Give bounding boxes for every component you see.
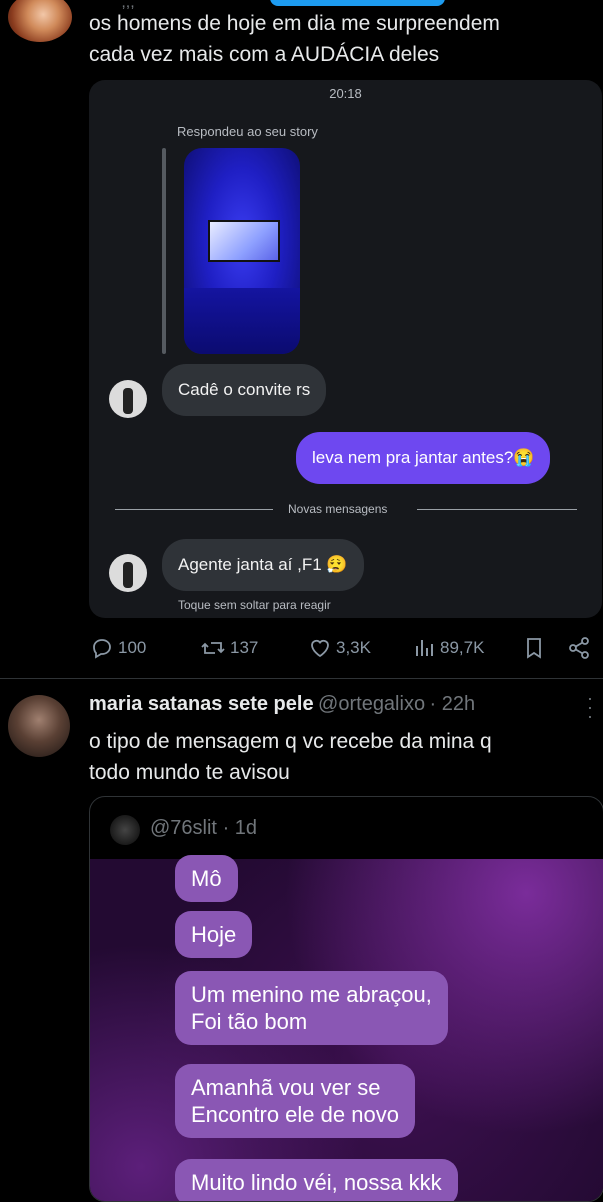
outgoing-message: leva nem pra jantar antes?😭 <box>296 432 551 484</box>
tweet-separator <box>0 678 603 679</box>
top-blue-pill <box>270 0 445 6</box>
like-count: 3,3K <box>336 638 371 657</box>
divider-right <box>417 509 577 510</box>
share-icon <box>569 637 589 659</box>
quoted-avatar <box>110 815 140 845</box>
quoted-message-1: Mô <box>175 855 238 902</box>
quoted-username: @76slit <box>150 817 217 839</box>
bed-shadow <box>184 288 300 354</box>
story-thumbnail[interactable] <box>184 148 300 354</box>
more-icon[interactable]: · · · <box>582 689 598 725</box>
divider-left <box>115 509 273 510</box>
quoted-image[interactable]: Mô Hoje Um menino me abraçou, Foi tão bo… <box>90 855 603 1201</box>
quoted-tweet[interactable]: @76slit · 1d Mô Hoje Um menino me abraço… <box>89 796 603 1202</box>
views-count: 89,7K <box>440 638 485 657</box>
quoted-message-4-line-1: Amanhã vou ver se <box>191 1075 381 1100</box>
reply-count: 100 <box>118 638 147 657</box>
author-avatar-2[interactable] <box>8 695 70 757</box>
quoted-header: @76slit · 1d <box>150 817 257 840</box>
tweet-text-line-2: cada vez mais com a AUDÁCIA deles <box>89 43 440 66</box>
bookmark-button[interactable] <box>523 636 545 660</box>
replied-to-story-label: Respondeu ao seu story <box>177 124 318 139</box>
repost-icon <box>201 642 225 654</box>
quoted-message-3-line-1: Um menino me abraçou, <box>191 982 432 1007</box>
tweet-time[interactable]: · 22h <box>430 693 476 715</box>
tweet2-text-line-2: todo mundo te avisou <box>89 761 290 784</box>
quoted-time: · 1d <box>222 817 258 839</box>
like-icon <box>311 639 329 658</box>
sender-avatar-2 <box>109 554 147 592</box>
share-button[interactable] <box>567 636 591 660</box>
incoming-message: Cadê o convite rs <box>162 364 327 416</box>
reply-icon <box>93 639 111 659</box>
dm-timestamp: 20:18 <box>329 86 362 101</box>
quoted-message-4-line-2: Encontro ele de novo <box>191 1102 399 1127</box>
quoted-message-2: Hoje <box>175 911 253 958</box>
new-messages-label: Novas mensagens <box>288 502 388 516</box>
quoted-message-3-line-2: Foi tão bom <box>191 1009 308 1034</box>
username[interactable]: @ortegalixo <box>318 693 425 715</box>
quoted-message-5: Muito lindo véi, nossa kkk <box>175 1159 458 1201</box>
quoted-message-4: Amanhã vou ver se Encontro ele de novo <box>175 1064 415 1138</box>
repost-count: 137 <box>230 638 259 657</box>
incoming-message-2: Agente janta aí ,F1 😮‍💨 <box>162 539 364 591</box>
reaction-hint: Toque sem soltar para reagir <box>178 598 331 612</box>
tweet2-text-line-1: o tipo de mensagem q vc recebe da mina q <box>89 730 492 753</box>
views-button[interactable]: 89,7K <box>414 636 484 660</box>
author-avatar[interactable] <box>8 0 72 42</box>
story-reply-bar <box>162 148 166 354</box>
display-name[interactable]: maria satanas sete pele <box>89 693 314 715</box>
views-icon <box>416 640 433 656</box>
bookmark-icon <box>527 638 541 659</box>
tv-screen <box>208 220 280 262</box>
sender-avatar <box>109 380 147 418</box>
dm-screenshot[interactable]: 20:18 Respondeu ao seu story Cadê o conv… <box>89 80 602 618</box>
tweet-header: maria satanas sete pele @ortegalixo · 22… <box>89 693 475 716</box>
repost-button[interactable]: 137 <box>200 636 258 660</box>
tweet-text-line-1: os homens de hoje em dia me surpreendem <box>89 12 500 35</box>
reply-button[interactable]: 100 <box>90 636 146 660</box>
like-button[interactable]: 3,3K <box>308 636 371 660</box>
quoted-message-3: Um menino me abraçou, Foi tão bom <box>175 971 448 1045</box>
